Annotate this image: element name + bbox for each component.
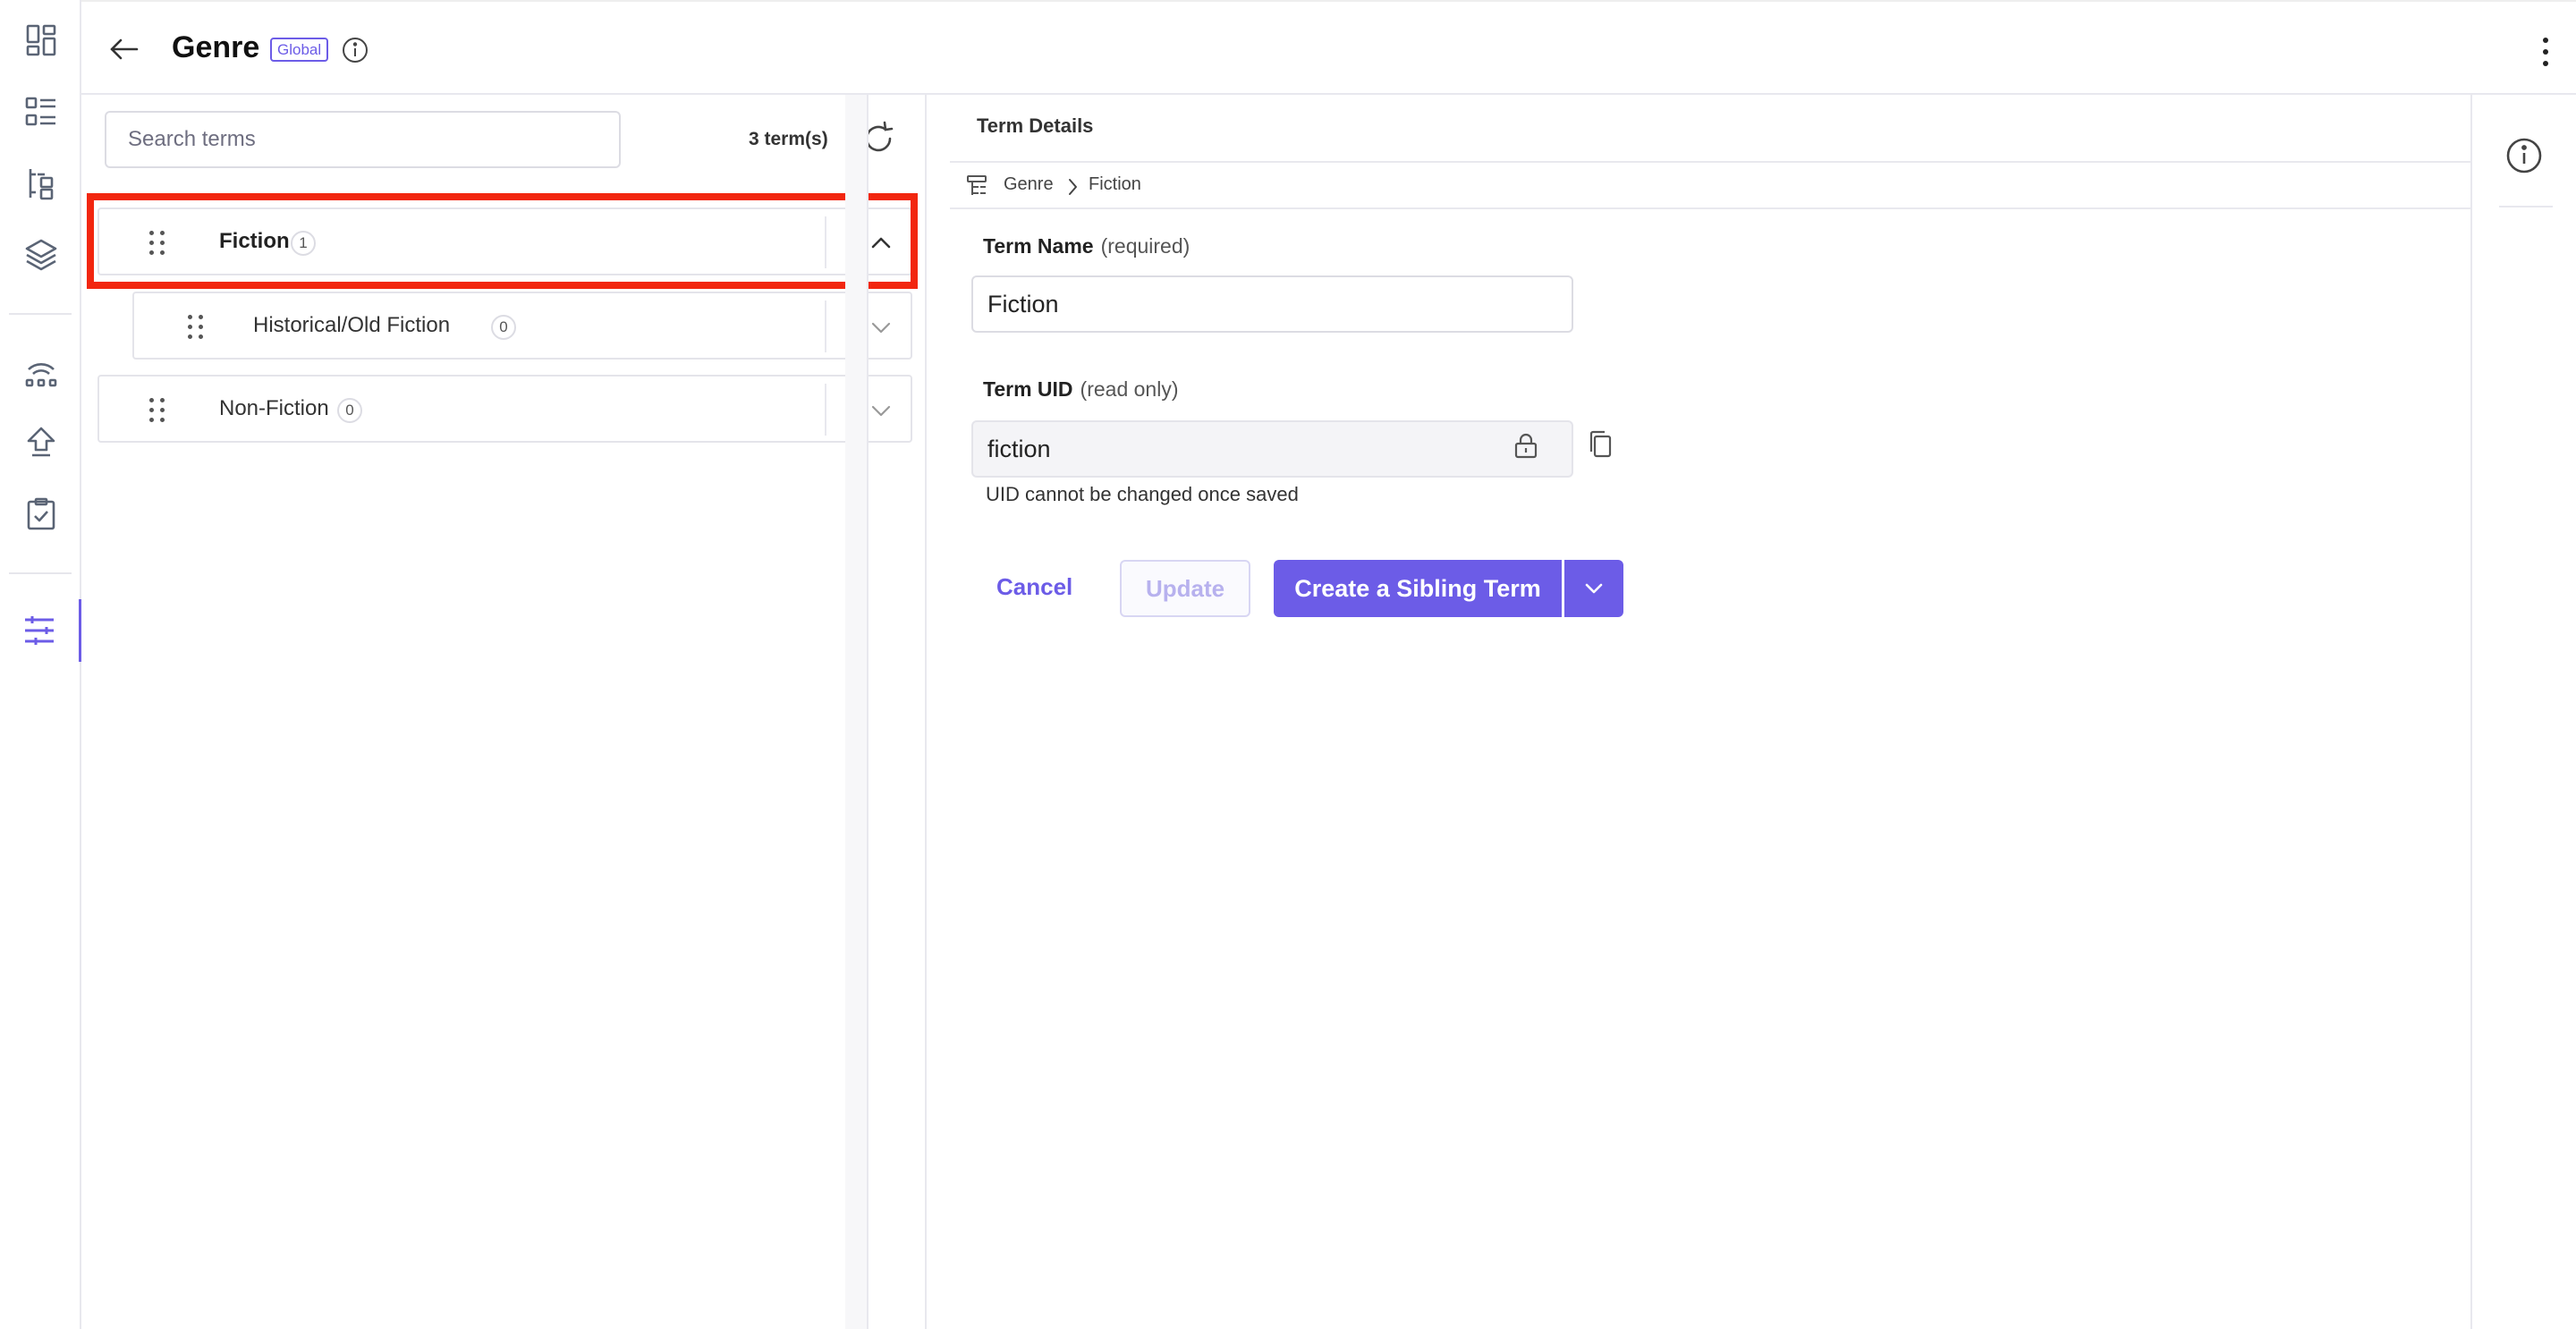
- uid-helper-text: UID cannot be changed once saved: [986, 483, 1299, 505]
- update-button[interactable]: Update: [1120, 560, 1250, 617]
- term-name-field[interactable]: [971, 275, 1573, 333]
- term-label: Historical/Old Fiction: [253, 313, 451, 337]
- page-title: Genre: [172, 30, 260, 64]
- term-name-label: Term Name (required): [983, 234, 1191, 258]
- row-divider: [825, 301, 826, 352]
- term-uid-field: [971, 420, 1573, 478]
- term-uid-label: Term UID (read only): [983, 377, 1179, 401]
- copy-icon[interactable]: [1587, 429, 1614, 460]
- rail-divider: [9, 572, 72, 574]
- terms-panel: 3 term(s) Fiction 1 Historical/Old Ficti…: [81, 95, 927, 1329]
- more-options-icon[interactable]: [2537, 34, 2555, 70]
- term-label: Non-Fiction: [219, 396, 329, 420]
- page-header: Genre Global: [81, 0, 2576, 95]
- upload-icon[interactable]: [0, 411, 81, 474]
- create-options-dropdown-button[interactable]: [1564, 560, 1623, 617]
- chevron-right-icon: [1069, 179, 1077, 195]
- search-terms-input[interactable]: [105, 111, 621, 168]
- divider: [950, 161, 2472, 163]
- lock-icon: [1514, 433, 1538, 459]
- settings-sliders-icon[interactable]: [0, 599, 81, 662]
- dashboard-icon[interactable]: [0, 9, 81, 72]
- selection-highlight: [87, 193, 918, 289]
- create-sibling-term-button[interactable]: Create a Sibling Term: [1274, 560, 1562, 617]
- rail-divider: [9, 313, 72, 315]
- scope-badge: Global: [270, 38, 329, 62]
- stack-icon[interactable]: [0, 224, 81, 286]
- term-details-panel: Term Details Genre Fiction Term Name (req…: [950, 95, 2472, 1329]
- releases-icon[interactable]: [0, 340, 81, 402]
- taxonomy-icon: [967, 175, 987, 195]
- chevron-down-icon[interactable]: [865, 311, 897, 343]
- taxonomy-tree-icon[interactable]: [0, 152, 81, 215]
- tasks-icon[interactable]: [0, 483, 81, 546]
- chevron-down-icon[interactable]: [865, 394, 897, 427]
- term-row-historical-old-fiction[interactable]: Historical/Old Fiction 0: [132, 292, 912, 360]
- info-icon[interactable]: [341, 36, 369, 64]
- term-count: 3 term(s): [749, 129, 828, 149]
- breadcrumb-current: Fiction: [1089, 174, 1141, 194]
- term-row-non-fiction[interactable]: Non-Fiction 0: [97, 375, 912, 443]
- term-child-count: 0: [491, 315, 516, 340]
- entries-icon[interactable]: [0, 80, 81, 143]
- left-nav-rail: [0, 0, 81, 1329]
- breadcrumb-root[interactable]: Genre: [1004, 174, 1054, 195]
- drag-handle-icon[interactable]: [188, 315, 204, 340]
- cancel-button[interactable]: Cancel: [977, 558, 1092, 615]
- chevron-down-icon: [1585, 583, 1603, 594]
- terms-scrollbar[interactable]: [845, 95, 869, 1329]
- term-child-count: 0: [337, 398, 362, 423]
- info-icon[interactable]: [2504, 136, 2544, 175]
- row-divider: [825, 384, 826, 436]
- back-arrow-icon[interactable]: [104, 29, 145, 70]
- divider: [950, 207, 2472, 209]
- divider: [2499, 206, 2553, 207]
- details-title: Term Details: [977, 114, 1094, 137]
- drag-handle-icon[interactable]: [149, 398, 165, 423]
- right-info-rail: [2472, 95, 2576, 1329]
